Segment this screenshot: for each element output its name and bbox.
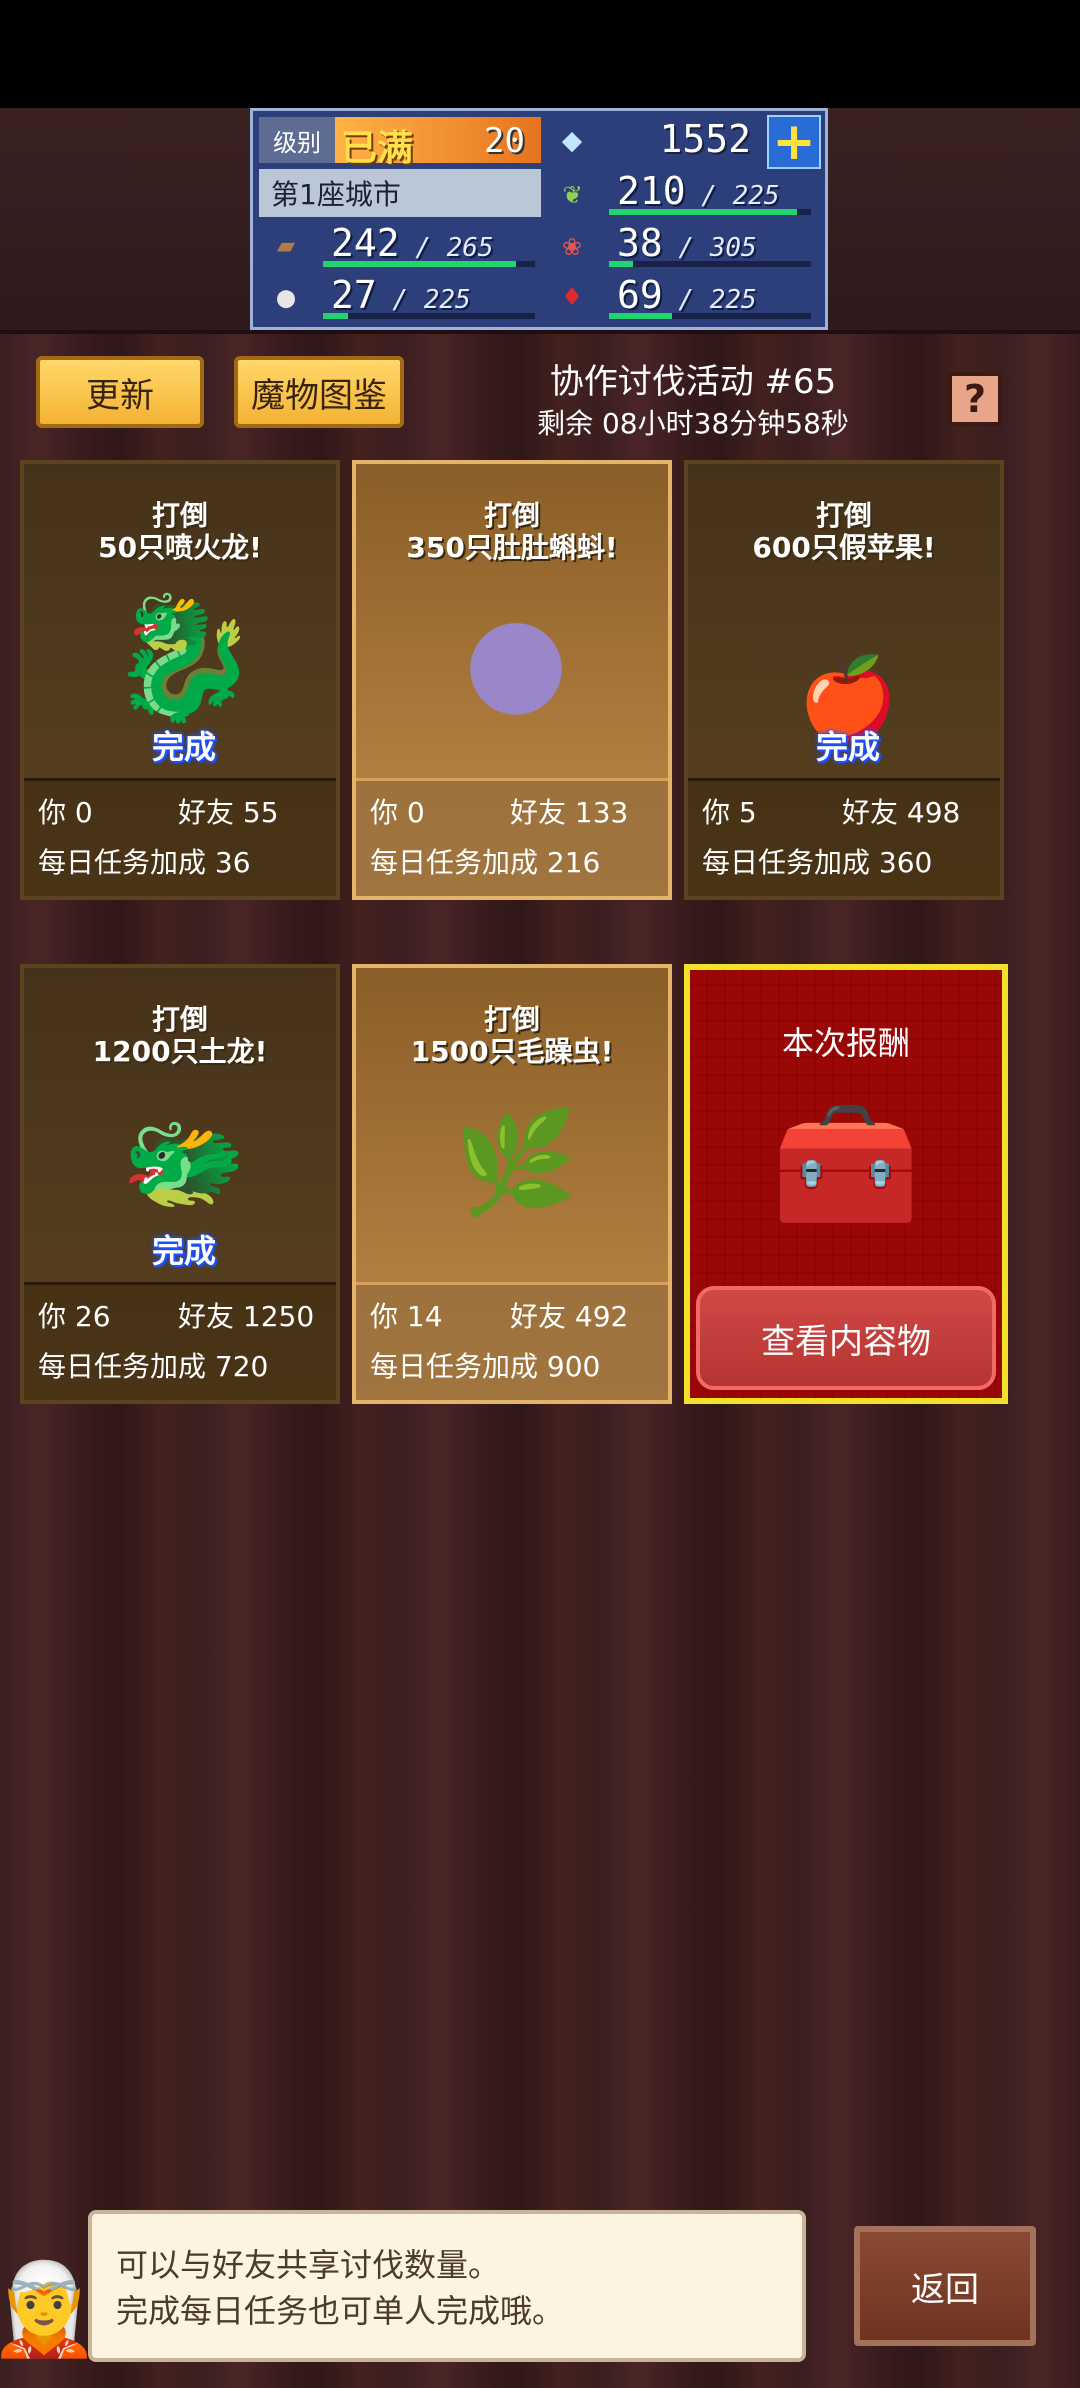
resource-leaf: 210 / 225 bbox=[603, 169, 817, 217]
diamond-icon: ◆ bbox=[561, 120, 583, 160]
resource-bar bbox=[609, 209, 811, 215]
quest-stats: 你 0 好友 55 每日任务加成 36 bbox=[24, 778, 336, 896]
event-title: 协作讨伐活动 #65 bbox=[549, 362, 837, 402]
complete-badge: 完成 bbox=[151, 1232, 216, 1270]
resource-value: 27 bbox=[331, 273, 377, 317]
level-max-label: 已满 bbox=[341, 128, 414, 169]
friend-count: 好友 492 bbox=[510, 1300, 629, 1333]
quest-title: 打倒 350只肚肚蝌蚪! bbox=[356, 500, 668, 564]
event-remaining-time: 剩余 08小时38分钟58秒 bbox=[537, 407, 849, 440]
quest-card-earth-dragon[interactable]: 打倒 1200只土龙! 🐲 完成 你 26 好友 1250 每日任务加成 720 bbox=[20, 964, 340, 1404]
level-value: 20 bbox=[484, 121, 525, 161]
resource-max: 225 bbox=[732, 181, 780, 211]
quest-title: 打倒 600只假苹果! bbox=[688, 500, 1000, 564]
quest-card-fake-apple[interactable]: 打倒 600只假苹果! 🍎 完成 你 5 好友 498 每日任务加成 360 bbox=[684, 460, 1004, 900]
resource-bar bbox=[323, 313, 535, 319]
back-button[interactable]: 返回 bbox=[854, 2226, 1036, 2346]
daily-bonus: 每日任务加成 360 bbox=[702, 846, 933, 879]
guide-character-avatar: 🧝 bbox=[0, 2257, 101, 2362]
bug-icon: 🌿 bbox=[453, 1104, 579, 1221]
daily-bonus: 每日任务加成 216 bbox=[370, 846, 601, 879]
resource-food: 38 / 305 bbox=[603, 221, 817, 269]
refresh-button[interactable]: 更新 bbox=[36, 356, 204, 428]
quest-card-tadpole[interactable]: 打倒 350只肚肚蝌蚪! ● 你 0 好友 133 每日任务加成 216 bbox=[352, 460, 672, 900]
quest-verb: 打倒 bbox=[151, 1003, 208, 1036]
quest-title: 打倒 50只喷火龙! bbox=[24, 500, 336, 564]
reward-title: 本次报酬 bbox=[781, 1024, 910, 1062]
your-count: 你 26 bbox=[38, 1300, 111, 1333]
your-count: 你 14 bbox=[370, 1300, 443, 1333]
quest-title: 打倒 1500只毛躁虫! bbox=[356, 1004, 668, 1068]
leaf-icon: ❦ bbox=[562, 175, 582, 211]
your-count: 你 0 bbox=[38, 796, 93, 829]
daily-bonus: 每日任务加成 720 bbox=[38, 1350, 269, 1383]
quest-verb: 打倒 bbox=[483, 499, 540, 532]
resource-ruby: 69 / 225 bbox=[603, 273, 817, 321]
resource-bar bbox=[609, 261, 811, 267]
gem-count: 1552 bbox=[659, 117, 751, 161]
quest-verb: 打倒 bbox=[815, 499, 872, 532]
quest-target: 350只肚肚蝌蚪! bbox=[406, 531, 618, 564]
ruby-icon: ♦ bbox=[562, 279, 582, 315]
resource-value: 210 bbox=[617, 169, 686, 213]
friend-count: 好友 133 bbox=[510, 796, 629, 829]
complete-badge: 完成 bbox=[151, 728, 216, 766]
treasure-chest-icon: 🧰 bbox=[771, 1095, 921, 1234]
resource-value: 242 bbox=[331, 221, 400, 265]
quest-target: 1200只土龙! bbox=[92, 1035, 268, 1068]
help-button[interactable]: ? bbox=[948, 372, 1002, 426]
quest-target: 600只假苹果! bbox=[752, 531, 936, 564]
resource-bar bbox=[609, 313, 811, 319]
daily-bonus: 每日任务加成 36 bbox=[38, 846, 251, 879]
add-gems-button[interactable]: + bbox=[767, 112, 821, 172]
plus-icon: + bbox=[772, 112, 816, 172]
resource-value: 69 bbox=[617, 273, 663, 317]
resource-stone: 27 / 225 bbox=[317, 273, 541, 321]
quest-verb: 打倒 bbox=[483, 1003, 540, 1036]
complete-badge: 完成 bbox=[815, 728, 880, 766]
quest-card-bug[interactable]: 打倒 1500只毛躁虫! 🌿 你 14 好友 492 每日任务加成 900 bbox=[352, 964, 672, 1404]
daily-bonus: 每日任务加成 900 bbox=[370, 1350, 601, 1383]
resource-max: 265 bbox=[446, 233, 494, 263]
reward-card: 本次报酬 🧰 查看内容物 bbox=[684, 964, 1008, 1404]
quest-target: 50只喷火龙! bbox=[98, 531, 262, 564]
level-bar: 已满 20 bbox=[335, 117, 541, 169]
tip-message: 可以与好友共享讨伐数量。 完成每日任务也可单人完成哦。 bbox=[88, 2210, 806, 2362]
resource-bar bbox=[323, 261, 535, 267]
tip-line: 可以与好友共享讨伐数量。 bbox=[116, 2246, 501, 2284]
quest-stats: 你 26 好友 1250 每日任务加成 720 bbox=[24, 1282, 336, 1400]
level-label: 级别 bbox=[259, 117, 335, 163]
resource-max: 305 bbox=[709, 233, 757, 263]
resource-wood: 242 / 265 bbox=[317, 221, 541, 269]
earth-dragon-icon: 🐲 bbox=[121, 1104, 247, 1221]
system-status-bar bbox=[0, 0, 1080, 108]
friend-count: 好友 55 bbox=[178, 796, 279, 829]
friend-count: 好友 498 bbox=[842, 796, 961, 829]
resource-value: 38 bbox=[617, 221, 663, 265]
resource-max: 225 bbox=[709, 285, 757, 315]
status-panel: 级别 已满 20 ◆ 1552 + 第1座城市 ❦ 210 / 225 ▰ 24… bbox=[250, 108, 828, 330]
food-icon: ❀ bbox=[562, 227, 582, 263]
friend-count: 好友 1250 bbox=[178, 1300, 315, 1333]
fire-dragon-icon: 🐉 bbox=[109, 589, 259, 728]
quest-stats: 你 5 好友 498 每日任务加成 360 bbox=[688, 778, 1000, 896]
quest-target: 1500只毛躁虫! bbox=[410, 1035, 614, 1068]
quest-stats: 你 14 好友 492 每日任务加成 900 bbox=[356, 1282, 668, 1400]
stone-icon: ● bbox=[276, 279, 296, 315]
quest-title: 打倒 1200只土龙! bbox=[24, 1004, 336, 1068]
city-name: 第1座城市 bbox=[259, 169, 541, 217]
quest-verb: 打倒 bbox=[151, 499, 208, 532]
quest-card-fire-dragon[interactable]: 打倒 50只喷火龙! 🐉 完成 你 0 好友 55 每日任务加成 36 bbox=[20, 460, 340, 900]
resource-max: 225 bbox=[423, 285, 471, 315]
log-icon: ▰ bbox=[276, 227, 296, 263]
tip-line: 完成每日任务也可单人完成哦。 bbox=[116, 2292, 565, 2330]
your-count: 你 0 bbox=[370, 796, 425, 829]
tadpole-icon: ● bbox=[463, 589, 569, 729]
monster-book-button[interactable]: 魔物图鉴 bbox=[234, 356, 404, 428]
view-contents-button[interactable]: 查看内容物 bbox=[696, 1286, 996, 1390]
your-count: 你 5 bbox=[702, 796, 757, 829]
quest-stats: 你 0 好友 133 每日任务加成 216 bbox=[356, 778, 668, 896]
